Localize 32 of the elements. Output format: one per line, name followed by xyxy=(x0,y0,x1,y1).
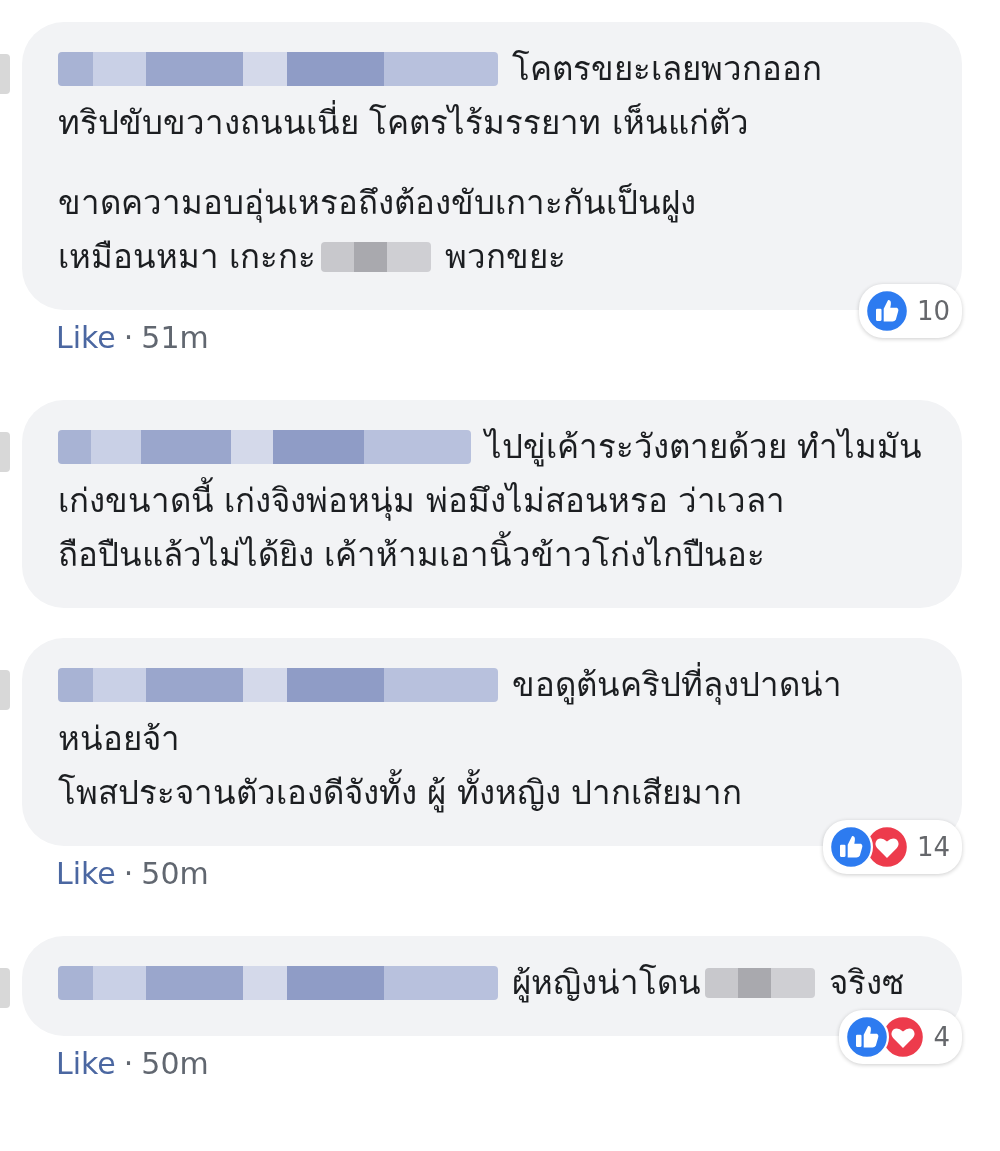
like-link[interactable]: Like xyxy=(56,320,116,370)
thumbs-up-icon xyxy=(845,1015,890,1059)
comment-time[interactable]: 50m xyxy=(141,856,209,906)
comment-text: ทริปขับขวางถนนเนี่ย โคตรไร้มรรยาท เห็นแก่ตัว xyxy=(58,96,749,150)
separator-dot: · xyxy=(123,320,134,357)
comment-text: เก่งขนาดนี้ เก่งจิงพ่อหนุ่ม พ่อมึงไม่สอนหรอ ว่าเวลา xyxy=(58,474,786,528)
comment-text: ไปขู่เค้าระวังตายด้วย ทำไมมัน xyxy=(484,426,922,469)
like-link[interactable]: Like xyxy=(56,1046,116,1096)
thumbs-up-icon xyxy=(828,825,873,869)
thumbs-up-icon xyxy=(864,289,909,333)
comment-text: โคตรขยะเลยพวกออก xyxy=(512,48,822,90)
comment-text: หน่อยจ้า xyxy=(58,718,180,760)
reactions-badge[interactable]: 4 xyxy=(839,1010,962,1064)
like-link[interactable]: Like xyxy=(56,856,116,906)
comment-text: เหมือนหมา เกะกะ xyxy=(58,236,317,278)
separator-dot: · xyxy=(123,856,134,893)
comment-text: ขอดูต้นคริปที่ลุงปาดน่า xyxy=(512,658,842,712)
comment-text: โพสประจานตัวเองดีจังทั้ง ผู้ ทั้งหญิง ปากเสียมาก xyxy=(58,766,743,820)
avatar-edge xyxy=(0,432,10,472)
comment-text: ขาดความอบอุ่นเหรอถึงต้องขับเกาะกันเป็นฝูง xyxy=(58,182,696,225)
avatar-edge xyxy=(0,968,10,1008)
separator-dot: · xyxy=(123,1046,134,1083)
comment-time[interactable]: 50m xyxy=(141,1046,209,1096)
reactions-badge[interactable]: 14 xyxy=(822,820,962,874)
avatar-edge xyxy=(0,54,10,94)
comment-text: ผู้หญิงน่าโดน xyxy=(512,962,701,1005)
comment-text: จริงซ xyxy=(829,962,904,1004)
comment-time[interactable]: 51m xyxy=(141,320,209,370)
reactions-badge[interactable]: 10 xyxy=(858,284,962,338)
comment-text: ถือปืนแล้วไม่ได้ยิง เค้าห้ามเอานิ้วข้าวโก่งไกปืนอะ xyxy=(58,528,766,582)
comment-text: พวกขยะ xyxy=(444,236,566,278)
avatar-edge xyxy=(0,670,10,710)
